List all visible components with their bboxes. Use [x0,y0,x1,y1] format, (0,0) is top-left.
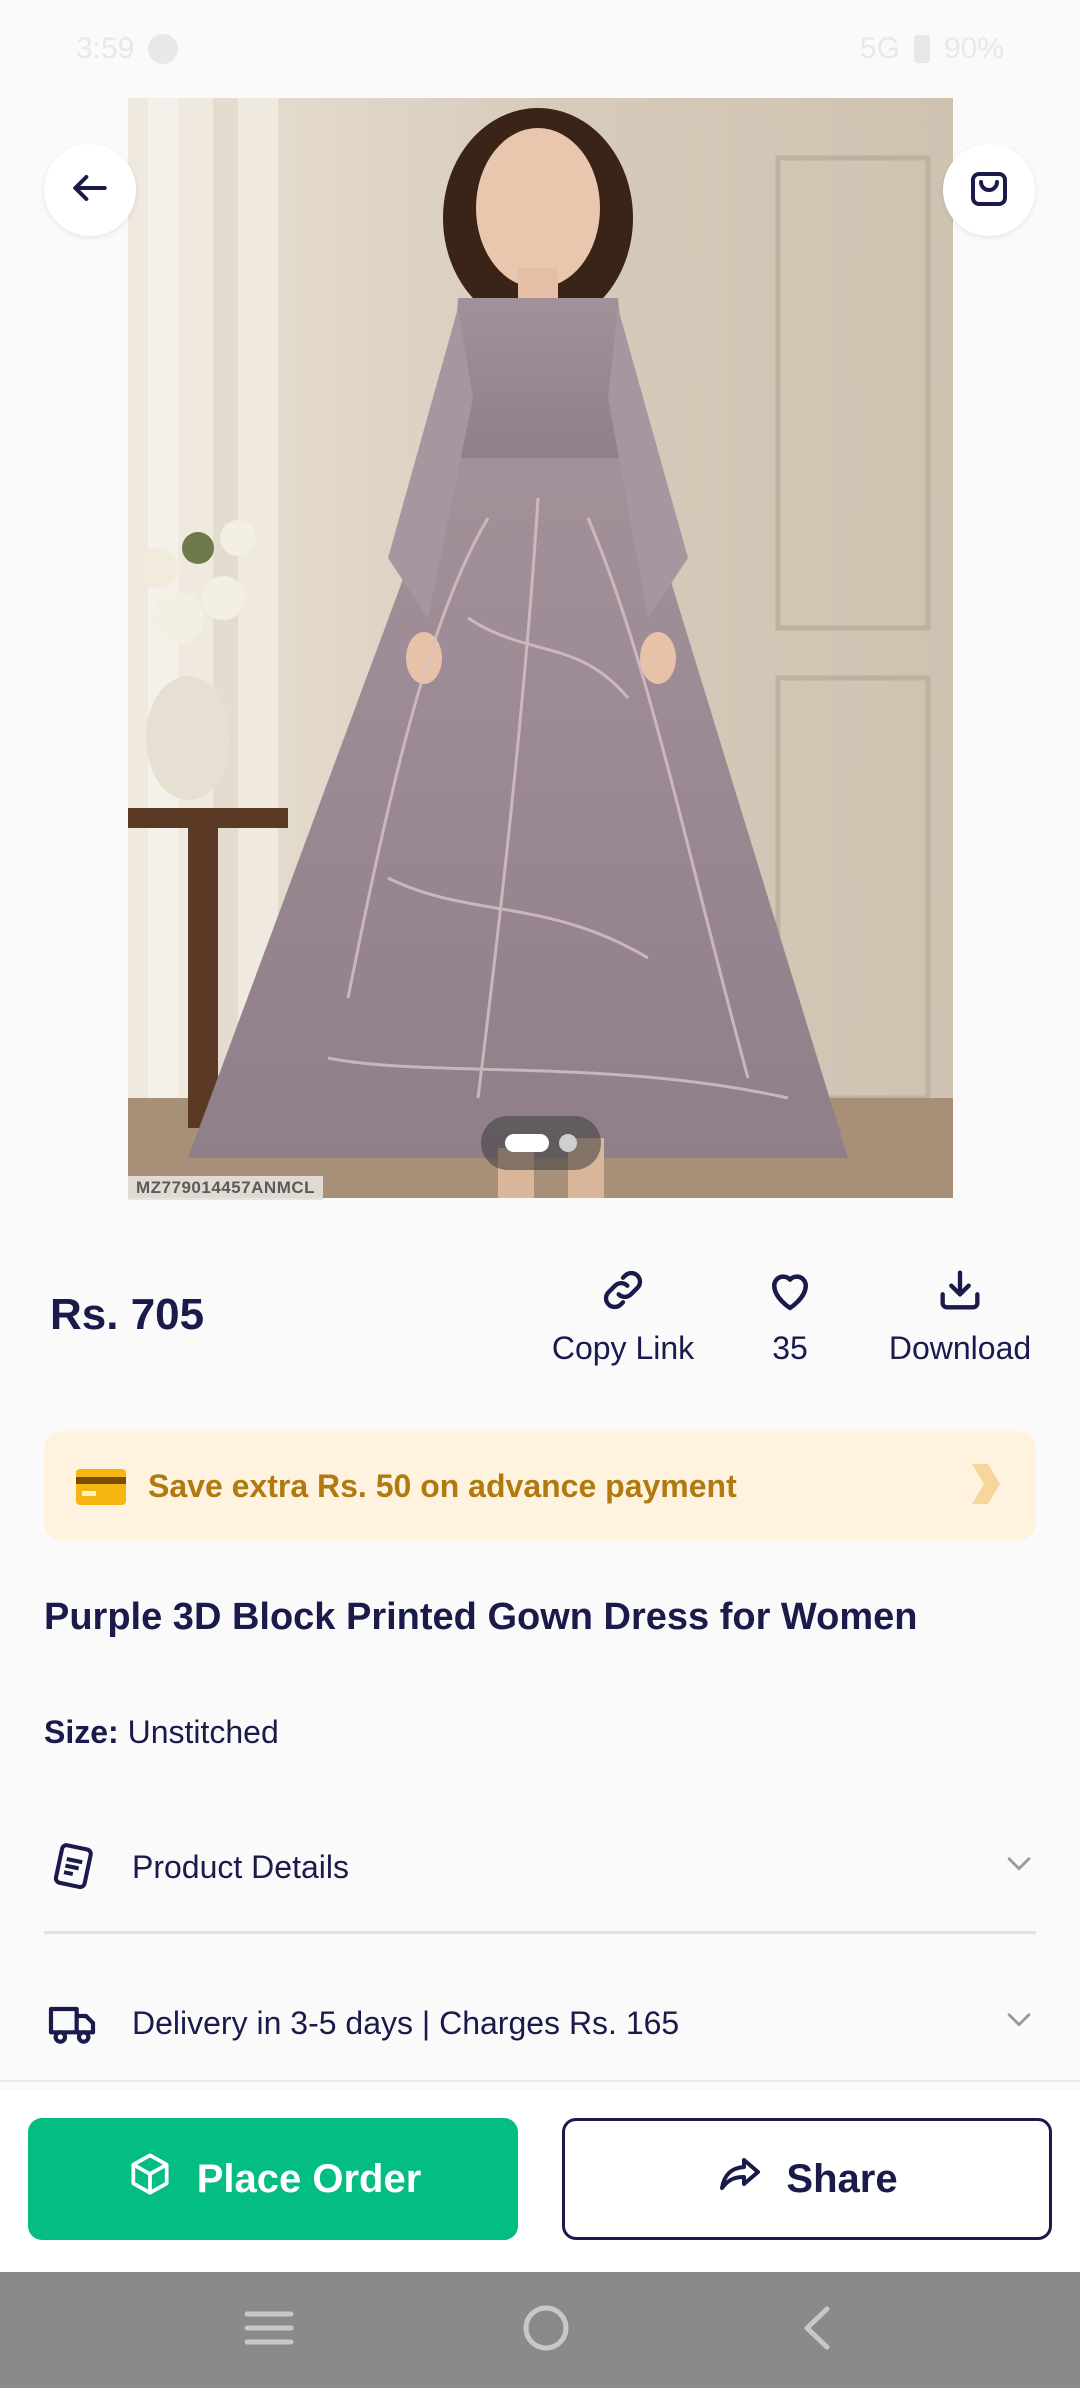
status-left: 3:59 [76,32,179,66]
place-order-label: Place Order [196,2156,422,2201]
share-label: Share [786,2156,898,2201]
home-icon[interactable] [521,2303,571,2358]
size-label: Size: [44,1714,119,1750]
cart-button[interactable] [943,144,1035,236]
sku-tag: MZ779014457ANMCL [128,1176,324,1200]
shopping-bag-icon [965,164,1013,217]
delivery-label: Delivery in 3-5 days | Charges Rs. 165 [132,2004,680,2041]
size-row: Size: Unstitched [44,1714,279,1751]
product-details-accordion[interactable]: Product Details [44,1812,1036,1922]
product-photo [128,98,953,1198]
status-time: 3:59 [76,32,135,65]
product-price: Rs. 705 [50,1290,205,1339]
back-button[interactable] [44,144,136,236]
accordion-divider [44,1931,1036,1934]
download-label: Download [888,1330,1032,1366]
like-button[interactable]: 35 [745,1262,835,1367]
pager-dot-active[interactable] [505,1134,549,1152]
system-nav-bar [0,2272,1080,2388]
bottom-action-bar: Place Order Share [0,2090,1080,2272]
notification-icon [148,34,179,64]
product-details-label: Product Details [132,1848,349,1885]
product-title: Purple 3D Block Printed Gown Dress for W… [44,1596,918,1638]
image-pager[interactable] [481,1116,601,1170]
battery-level: 90% [943,32,1004,65]
box-icon [125,2149,175,2209]
battery-icon [913,35,930,63]
size-value: Unstitched [127,1714,279,1750]
menu-icon[interactable] [243,2306,295,2355]
share-arrow-icon [716,2150,764,2208]
status-right: 5G 90% [860,32,1004,66]
document-icon [44,1839,100,1895]
save-banner-text: Save extra Rs. 50 on advance payment [148,1467,737,1504]
delivery-truck-icon [44,1995,100,2051]
delivery-accordion[interactable]: Delivery in 3-5 days | Charges Rs. 165 [44,1968,1036,2078]
credit-card-icon [76,1469,126,1505]
download-button[interactable]: Download [880,1262,1040,1367]
advance-payment-banner[interactable]: Save extra Rs. 50 on advance payment [44,1431,1036,1541]
download-icon [934,1262,986,1318]
back-arrow-icon [68,166,112,215]
back-icon[interactable] [797,2303,837,2358]
chevron-down-icon [1002,1846,1036,1888]
pager-dot[interactable] [559,1134,577,1152]
copy-link-button[interactable]: Copy Link [545,1262,701,1367]
copy-link-label: Copy Link [551,1330,695,1366]
link-icon [597,1262,649,1318]
chevron-down-icon [1002,2002,1036,2044]
product-image[interactable] [128,98,953,1198]
like-count: 35 [772,1330,808,1366]
network-label: 5G [859,32,900,65]
place-order-button[interactable]: Place Order [28,2118,518,2240]
bottom-divider [0,2080,1080,2082]
status-bar: 3:59 5G 90% [0,0,1080,98]
share-button[interactable]: Share [562,2118,1052,2240]
chevron-right-icon [964,1460,1004,1513]
heart-icon [763,1262,817,1318]
